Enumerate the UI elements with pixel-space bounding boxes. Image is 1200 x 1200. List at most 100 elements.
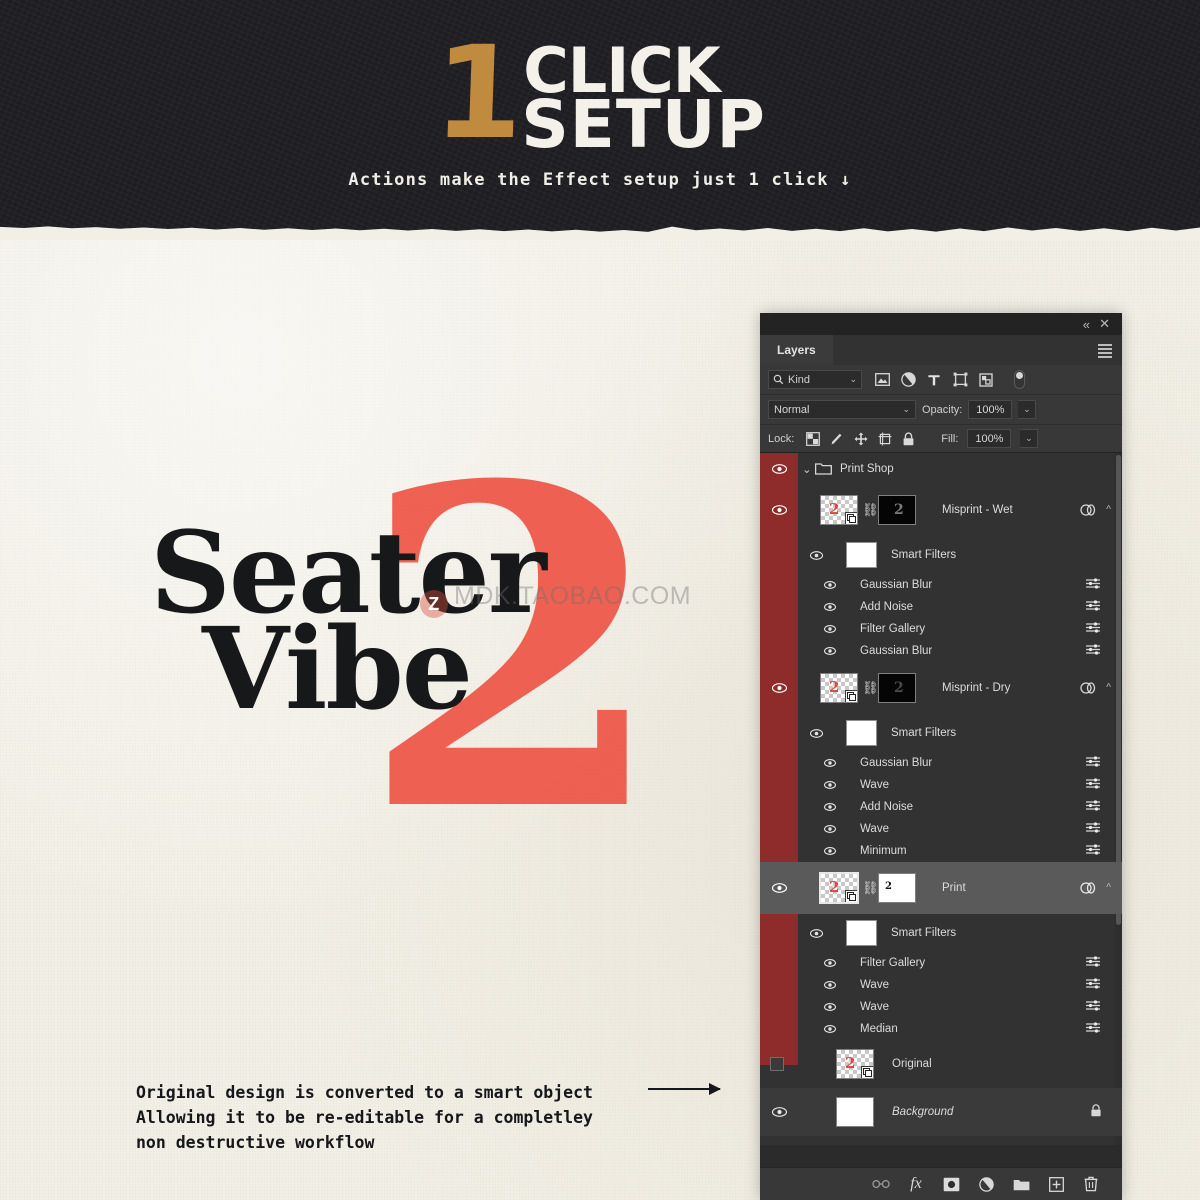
visibility-eye-icon[interactable] [822,1023,838,1035]
visibility-eye-icon[interactable] [771,1106,787,1118]
lock-position-icon[interactable] [853,431,868,446]
add-mask-icon[interactable] [942,1175,960,1193]
visibility-eye-icon[interactable] [822,845,838,857]
link-layers-icon[interactable] [872,1175,890,1193]
filter-row-wave[interactable]: Wave [760,774,1122,796]
blending-options-icon[interactable] [1086,978,1100,992]
filter-row-gaussian-blur-2[interactable]: Gaussian Blur [760,640,1122,662]
fill-input[interactable]: 100% [967,429,1012,448]
visibility-eye-icon[interactable] [771,682,787,694]
filter-row-add-noise[interactable]: Add Noise [760,596,1122,618]
smart-filters-row-3[interactable]: Smart Filters [760,914,1122,952]
collapse-icon[interactable]: « [1083,317,1090,332]
blend-mode-select[interactable]: Normal ⌄ [768,400,916,419]
opacity-stepper[interactable]: ⌄ [1018,400,1037,419]
lock-image-pixels-icon[interactable] [829,431,844,446]
lock-all-icon[interactable] [901,431,916,446]
filter-row-median[interactable]: Median [760,1018,1122,1040]
adjustment-layer-icon[interactable] [977,1175,995,1193]
layer-thumbnails[interactable]: 2 ⛓ 2 [820,495,916,525]
blending-options-icon[interactable] [1086,1000,1100,1014]
layer-thumbnails[interactable]: 2 ⛓ 2 [819,872,916,904]
chevron-down-icon[interactable]: ⌄ [802,462,812,476]
smart-filter-mask-thumbnail[interactable] [846,920,877,946]
chevron-up-icon[interactable]: ^ [1106,505,1111,516]
type-layer-icon[interactable] [926,372,942,388]
filter-row-gaussian-blur[interactable]: Gaussian Blur [760,574,1122,596]
visibility-eye-icon[interactable] [822,1001,838,1013]
filter-row-wave-3[interactable]: Wave [760,974,1122,996]
visibility-eye-icon[interactable] [822,957,838,969]
smart-filter-mask-thumbnail[interactable] [846,720,877,746]
smart-filters-indicator[interactable] [1080,504,1096,517]
layer-row-original[interactable]: 2 Original [760,1040,1122,1088]
shape-layer-icon[interactable] [952,372,968,388]
visibility-eye-icon[interactable] [771,463,787,475]
layer-mask-thumbnail[interactable]: 2 [878,673,916,703]
chevron-up-icon[interactable]: ^ [1106,883,1111,894]
layer-row-misprint-dry[interactable]: 2 ⛓ 2 Misprint - Dry ^ [760,662,1122,714]
link-mask-icon[interactable]: ⛓ [862,502,879,518]
smart-filter-mask-thumbnail[interactable] [846,542,877,568]
blending-options-icon[interactable] [1086,644,1100,658]
visibility-eye-icon[interactable] [822,979,838,991]
filter-row-gaussian-blur-3[interactable]: Gaussian Blur [760,752,1122,774]
close-icon[interactable]: ✕ [1099,316,1110,332]
layer-row-misprint-wet[interactable]: 2 ⛓ 2 Misprint - Wet ^ [760,484,1122,536]
blending-options-icon[interactable] [1086,956,1100,970]
visibility-eye-icon[interactable] [822,779,838,791]
filter-row-wave-4[interactable]: Wave [760,996,1122,1018]
new-layer-icon[interactable] [1047,1175,1065,1193]
filter-row-add-noise-2[interactable]: Add Noise [760,796,1122,818]
visibility-eye-icon[interactable] [808,727,824,739]
filter-row-minimum[interactable]: Minimum [760,840,1122,862]
blending-options-icon[interactable] [1086,756,1100,770]
visibility-eye-icon[interactable] [822,579,838,591]
visibility-eye-icon[interactable] [822,601,838,613]
blending-options-icon[interactable] [1086,822,1100,836]
layer-thumbnail[interactable]: 2 [819,872,859,904]
layer-thumbnail[interactable]: 2 [820,495,858,525]
layer-row-background[interactable]: Background [760,1088,1122,1136]
layer-style-fx-icon[interactable]: fx [907,1175,925,1193]
new-group-icon[interactable] [1012,1175,1030,1193]
filter-row-wave-2[interactable]: Wave [760,818,1122,840]
smart-filters-row-2[interactable]: Smart Filters [760,714,1122,752]
smart-object-filter-icon[interactable] [978,372,994,388]
layer-thumbnail[interactable]: 2 [836,1049,874,1079]
lock-transparent-pixels-icon[interactable] [805,431,820,446]
smart-filters-row[interactable]: Smart Filters [760,536,1122,574]
panel-menu-icon[interactable] [1098,344,1112,360]
lock-artboard-icon[interactable] [877,431,892,446]
fill-stepper[interactable]: ⌄ [1020,429,1039,448]
opacity-input[interactable]: 100% [968,400,1013,419]
visibility-eye-icon[interactable] [822,823,838,835]
filter-row-filter-gallery[interactable]: Filter Gallery [760,618,1122,640]
blending-options-icon[interactable] [1086,578,1100,592]
link-mask-icon[interactable]: ⛓ [862,880,879,896]
blending-options-icon[interactable] [1086,622,1100,636]
visibility-eye-icon[interactable] [771,882,787,894]
layer-mask-thumbnail[interactable]: 2 [878,495,916,525]
blending-options-icon[interactable] [1086,1022,1100,1036]
visibility-eye-icon[interactable] [822,645,838,657]
visibility-eye-icon[interactable] [808,549,824,561]
layer-thumbnail[interactable]: 2 [820,673,858,703]
smart-filters-indicator[interactable] [1080,682,1096,695]
tab-layers[interactable]: Layers [760,335,833,365]
delete-layer-icon[interactable] [1082,1175,1100,1193]
layer-thumbnails[interactable]: 2 ⛓ 2 [820,673,916,703]
adjustment-layer-icon[interactable] [900,372,916,388]
pixel-layer-icon[interactable] [874,372,890,388]
visibility-eye-icon[interactable] [822,623,838,635]
chevron-up-icon[interactable]: ^ [1106,683,1111,694]
layer-row-print-shop[interactable]: ⌄ Print Shop [760,453,1122,484]
visibility-checkbox-off[interactable] [770,1057,784,1071]
visibility-eye-icon[interactable] [822,757,838,769]
filter-row-filter-gallery-2[interactable]: Filter Gallery [760,952,1122,974]
layer-thumbnail[interactable] [836,1097,874,1127]
blending-options-icon[interactable] [1086,778,1100,792]
visibility-eye-icon[interactable] [822,801,838,813]
visibility-eye-icon[interactable] [771,504,787,516]
filter-toggle[interactable] [1014,370,1025,389]
